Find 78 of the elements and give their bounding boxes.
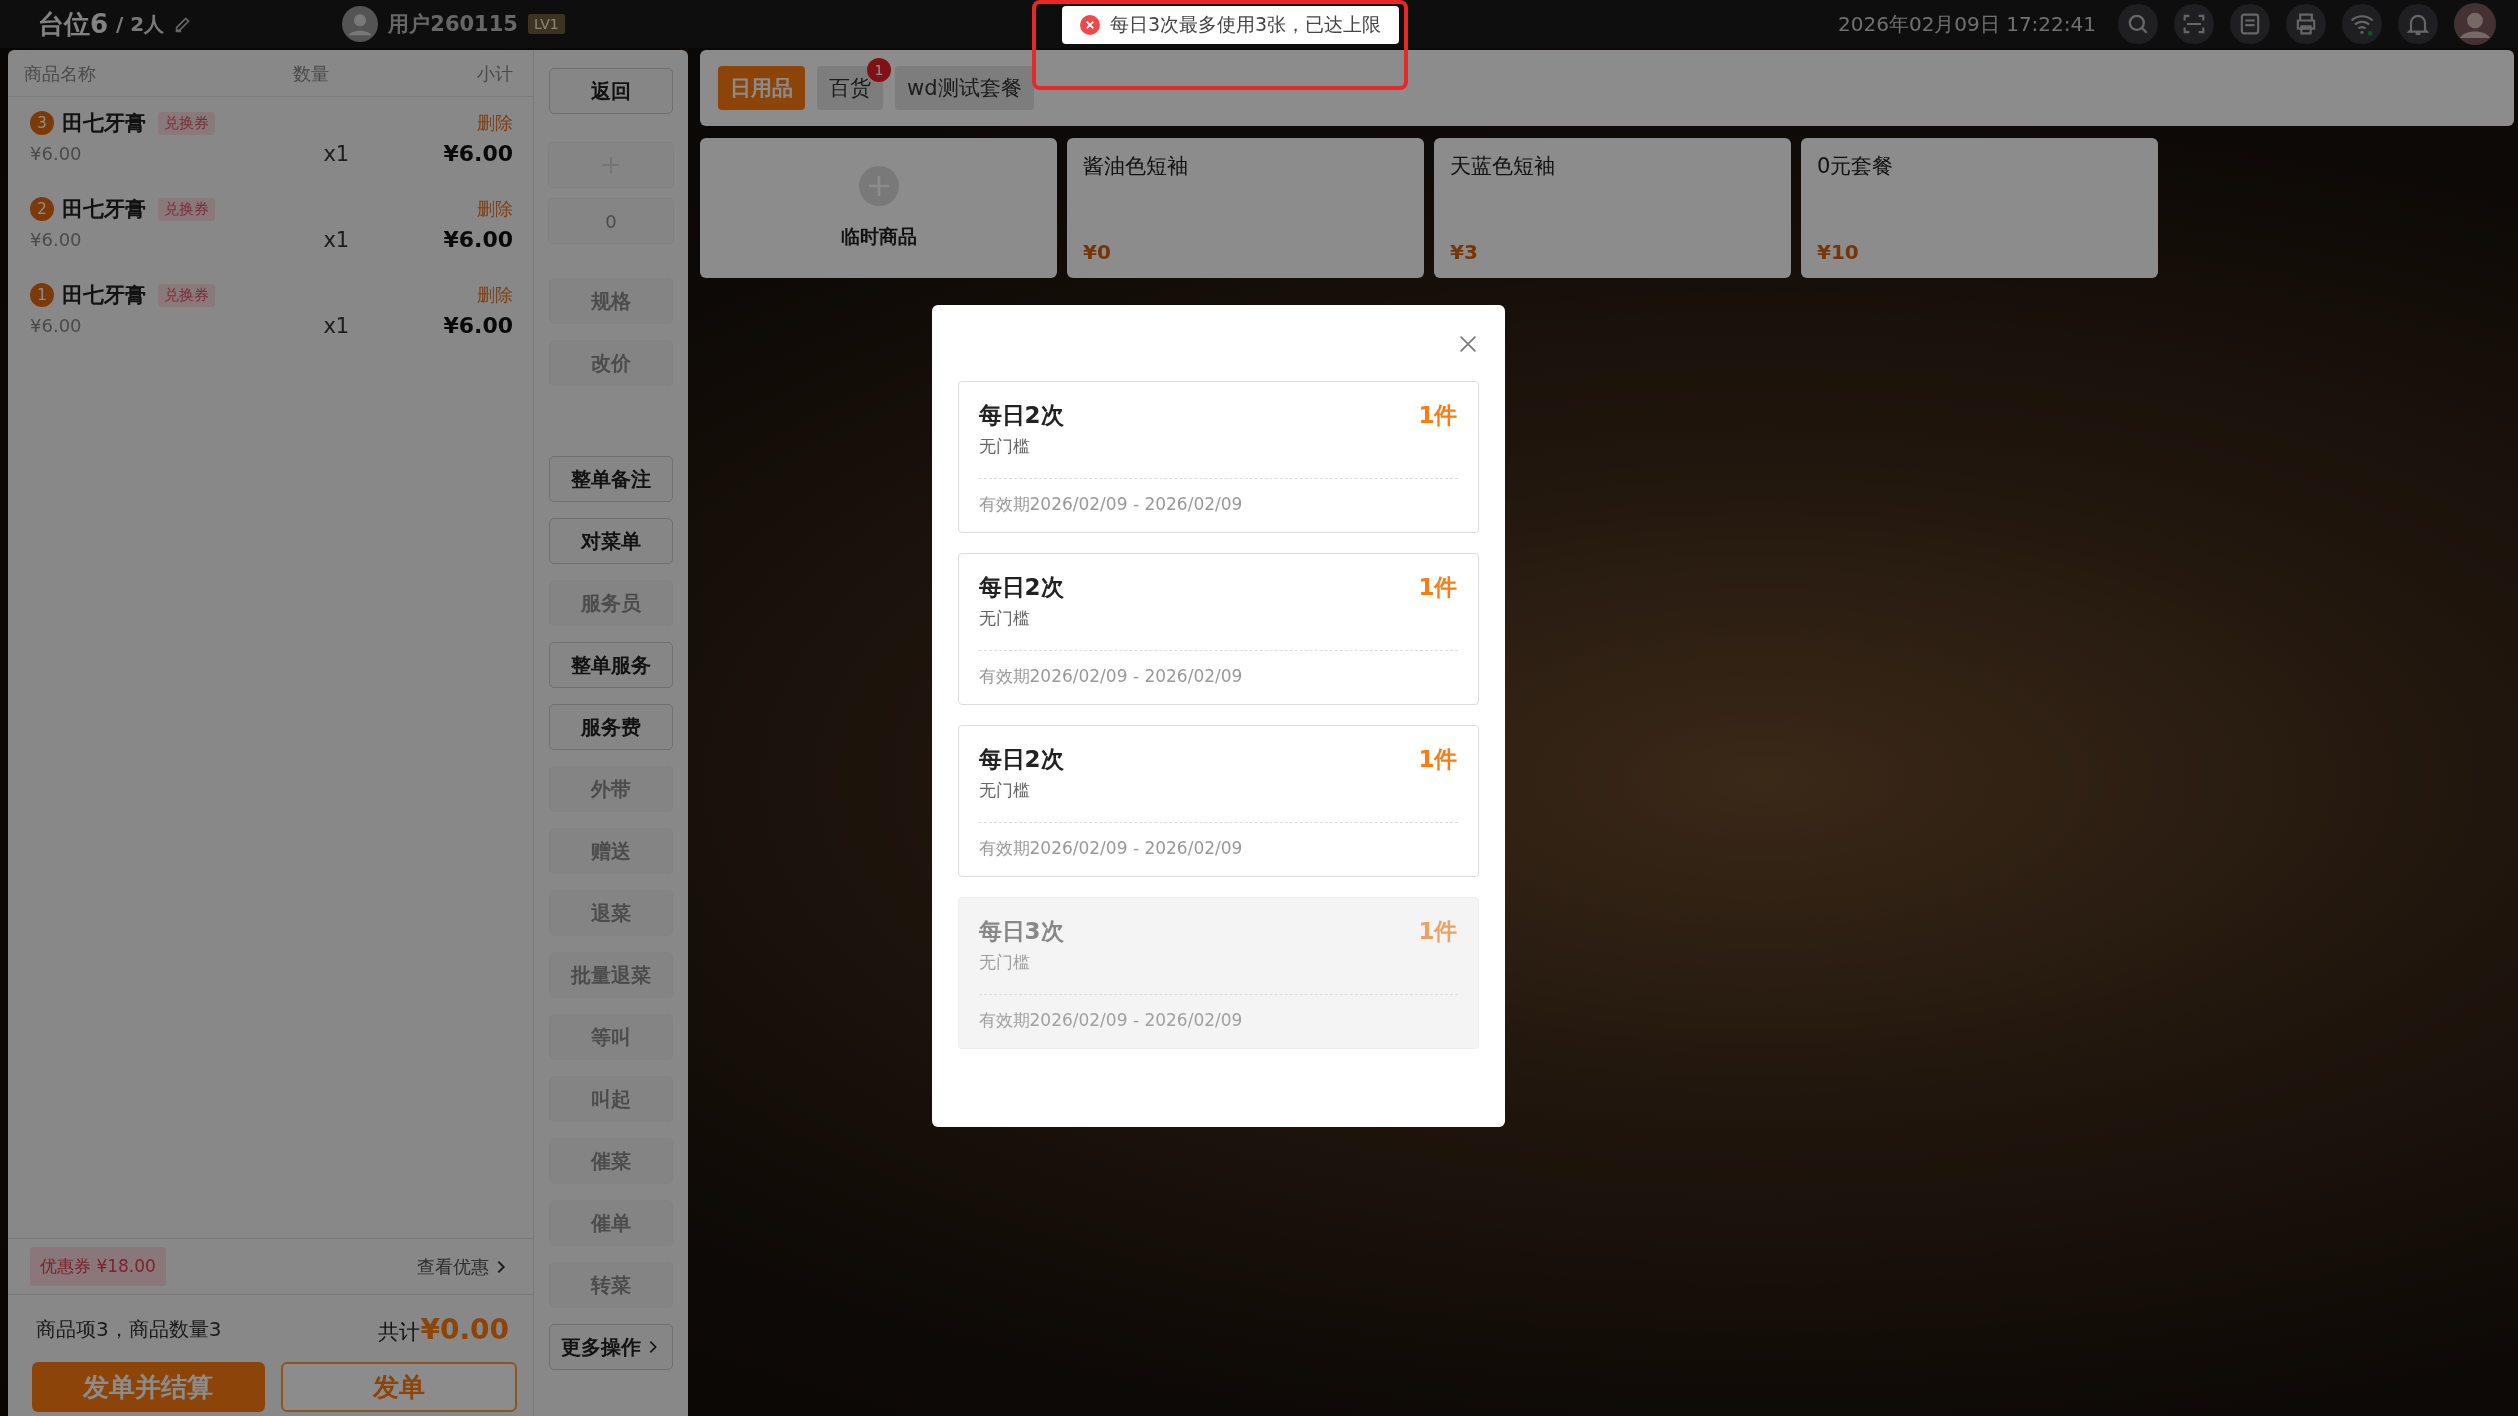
coupon-validity: 有效期2026/02/09 - 2026/02/09 (978, 1009, 1244, 1032)
item-quantity: x1 (323, 313, 351, 338)
coupon-title: 每日2次 (978, 401, 1064, 430)
index-badge: 2 (30, 197, 54, 221)
coupon-count: 1件 (1418, 917, 1458, 946)
error-icon[interactable] (1080, 15, 1100, 35)
coupon-card[interactable]: 每日2次 1件 无门槛 有效期2026/02/09 - 2026/02/09 (957, 553, 1479, 705)
back-button[interactable]: 返回 (549, 68, 673, 114)
coupon-tag: 兑换券 (158, 283, 215, 307)
printer-icon[interactable] (2286, 4, 2326, 44)
coupon-tag: 兑换券 (158, 111, 215, 135)
submit-and-pay-button[interactable]: 发单并结算 (32, 1362, 265, 1412)
delete-link[interactable]: 删除 (477, 283, 513, 307)
coupon-count: 1件 (1418, 745, 1458, 774)
user-avatar-icon[interactable] (342, 6, 379, 42)
delete-link[interactable]: 删除 (477, 197, 513, 221)
coupon-validity: 有效期2026/02/09 - 2026/02/09 (978, 493, 1244, 516)
item-quantity: x1 (323, 227, 351, 252)
more-actions-button[interactable]: 更多操作 (549, 1324, 673, 1370)
coupon-title: 每日2次 (978, 573, 1064, 602)
coupon-card[interactable]: 每日2次 1件 无门槛 有效期2026/02/09 - 2026/02/09 (957, 381, 1479, 533)
user-name: 用户260115 (388, 11, 518, 38)
coupon-title: 每日2次 (978, 745, 1064, 774)
view-discounts-link[interactable]: 查看优惠 (417, 1254, 509, 1279)
coupon-tag: 兑换券 (158, 197, 215, 221)
coupon-condition: 无门槛 (978, 607, 1031, 630)
product-card[interactable]: 临时商品 (700, 138, 1057, 278)
product-card[interactable]: 酱油色短袖 ¥0 (1067, 138, 1424, 278)
coupon-condition: 无门槛 (978, 435, 1031, 458)
item-summary: 商品项3，商品数量3 (36, 1316, 222, 1343)
coupon-card[interactable]: 每日2次 1件 无门槛 有效期2026/02/09 - 2026/02/09 (957, 725, 1479, 877)
coupon-count: 1件 (1418, 573, 1458, 602)
toast-message: 每日3次最多使用3张，已达上限 (1110, 12, 1382, 37)
submit-button[interactable]: 发单 (280, 1362, 517, 1412)
action-button[interactable]: 服务费 (549, 704, 673, 750)
item-subtotal: ¥6.00 (443, 313, 513, 338)
coupon-validity: 有效期2026/02/09 - 2026/02/09 (978, 665, 1244, 688)
coupon-amount-tag: 优惠券 ¥18.00 (30, 1247, 166, 1286)
action-button[interactable]: 对菜单 (549, 518, 673, 564)
delete-link[interactable]: 删除 (477, 111, 513, 135)
column-header: 数量 (293, 62, 330, 86)
date-time: 2026年02月09日 17:22:41 (1838, 10, 2096, 38)
item-price: ¥6.00 (30, 143, 82, 164)
action-button[interactable]: 整单服务 (549, 642, 673, 688)
coupon-count: 1件 (1418, 401, 1458, 430)
index-badge: 1 (30, 283, 54, 307)
coupon-condition: 无门槛 (978, 951, 1031, 974)
action-button[interactable]: 整单备注 (549, 456, 673, 502)
list-icon[interactable] (2230, 4, 2270, 44)
guest-count: / 2人 (116, 10, 165, 38)
scan-icon[interactable] (2174, 4, 2214, 44)
item-subtotal: ¥6.00 (443, 141, 513, 166)
index-badge: 3 (30, 111, 54, 135)
coupon-validity: 有效期2026/02/09 - 2026/02/09 (978, 837, 1244, 860)
product-card[interactable]: 0元套餐 ¥10 (1801, 138, 2158, 278)
coupon-title: 每日3次 (978, 917, 1064, 946)
item-name: 田七牙膏 (62, 110, 146, 137)
bell-icon[interactable] (2398, 4, 2438, 44)
table-number: 台位6 (38, 7, 109, 41)
item-price: ¥6.00 (30, 229, 82, 250)
product-card[interactable]: 天蓝色短袖 ¥3 (1434, 138, 1791, 278)
column-header: 商品名称 (24, 62, 97, 86)
item-price: ¥6.00 (30, 315, 82, 336)
item-subtotal: ¥6.00 (443, 227, 513, 252)
level-badge: LV1 (527, 14, 565, 34)
search-icon[interactable] (2118, 4, 2158, 44)
coupon-condition: 无门槛 (978, 779, 1031, 802)
order-total: 共计¥0.00 (378, 1313, 509, 1346)
item-name: 田七牙膏 (62, 196, 146, 223)
item-name: 田七牙膏 (62, 282, 146, 309)
item-quantity: x1 (323, 141, 351, 166)
wifi-icon[interactable] (2342, 4, 2382, 44)
quantity-field[interactable]: 0 (548, 198, 674, 244)
category-tab[interactable]: 日用品 (718, 66, 805, 110)
avatar-icon[interactable] (2454, 3, 2496, 45)
column-header: 小计 (476, 62, 513, 86)
category-tab[interactable]: wd测试套餐 (895, 66, 1034, 110)
count-badge: 1 (867, 58, 891, 82)
